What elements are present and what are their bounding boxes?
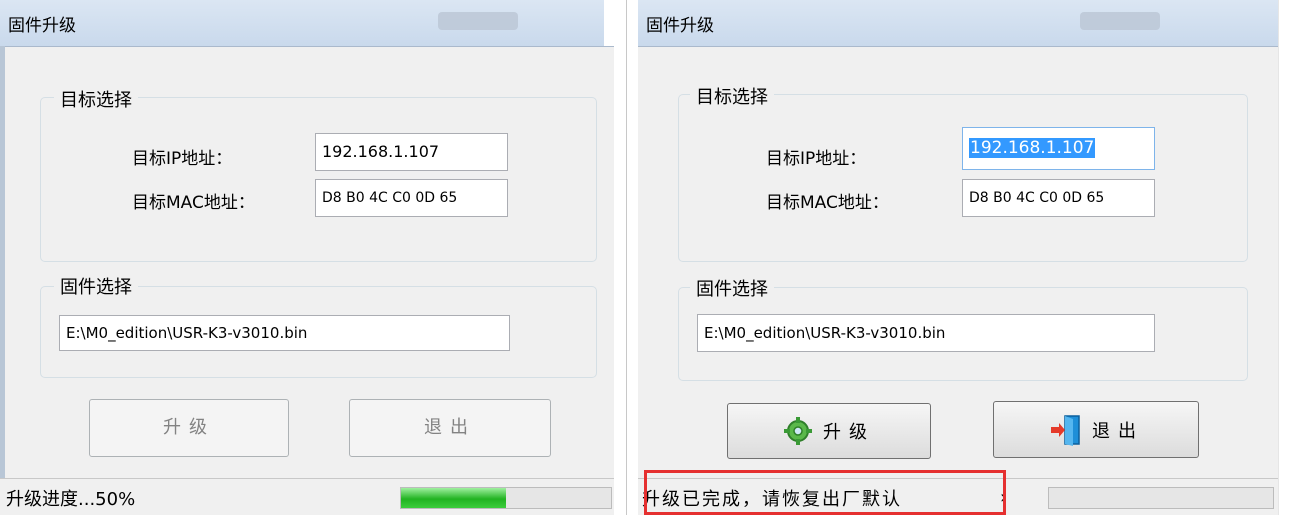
divider xyxy=(626,0,627,515)
right-edge xyxy=(1278,0,1279,515)
title-bar-blurred-area xyxy=(438,12,518,30)
mac-input[interactable]: D8 B0 4C C0 0D 65 xyxy=(962,179,1155,217)
ip-label: 目标IP地址： xyxy=(132,149,233,169)
firmware-path-input[interactable]: E:\M0_edition\USR-K3-v3010.bin xyxy=(59,315,510,351)
mac-label: 目标MAC地址： xyxy=(766,193,889,213)
status-text: 升级进度...50% xyxy=(6,489,136,510)
dialog-complete: 固件升级 目标选择 目标IP地址： 192.168.1.107 目标MAC地址：… xyxy=(638,0,1278,515)
upgrade-button[interactable]: 升级 xyxy=(89,399,289,457)
progress-bar xyxy=(400,487,612,509)
progress-bar xyxy=(1048,487,1274,509)
progress-bar-fill xyxy=(401,488,506,508)
title-bar-edge xyxy=(604,0,614,46)
window-title: 固件升级 xyxy=(646,16,714,36)
target-group-legend: 目标选择 xyxy=(54,86,138,112)
mac-input[interactable]: D8 B0 4C C0 0D 65 xyxy=(315,179,508,217)
exit-button[interactable]: 退出 xyxy=(993,401,1199,458)
title-bar-blurred-area xyxy=(1080,12,1160,30)
mac-label: 目标MAC地址： xyxy=(132,193,255,213)
ip-label: 目标IP地址： xyxy=(766,149,867,169)
target-group xyxy=(678,94,1248,262)
ip-input[interactable]: 192.168.1.107 xyxy=(315,133,508,171)
firmware-group-legend: 固件选择 xyxy=(54,273,138,299)
dialog-upgrading: 固件升级 目标选择 目标IP地址： 192.168.1.107 目标MAC地址：… xyxy=(0,0,614,515)
target-group-legend: 目标选择 xyxy=(690,83,774,109)
exit-button[interactable]: 退出 xyxy=(349,399,551,457)
upgrade-button[interactable]: 升级 xyxy=(727,403,931,459)
gear-icon xyxy=(784,417,812,445)
title-bar: 固件升级 xyxy=(638,0,1278,47)
window-title: 固件升级 xyxy=(8,16,76,36)
exit-door-icon xyxy=(1051,414,1080,446)
highlight-box xyxy=(644,470,1006,515)
window-frame-left xyxy=(0,46,5,515)
firmware-group-legend: 固件选择 xyxy=(690,275,774,301)
status-bar: 升级进度...50% xyxy=(0,478,614,515)
firmware-path-input[interactable]: E:\M0_edition\USR-K3-v3010.bin xyxy=(697,314,1155,352)
ip-input[interactable]: 192.168.1.107 xyxy=(962,127,1155,170)
ip-input-selection: 192.168.1.107 xyxy=(969,138,1096,158)
title-bar: 固件升级 xyxy=(0,0,614,47)
